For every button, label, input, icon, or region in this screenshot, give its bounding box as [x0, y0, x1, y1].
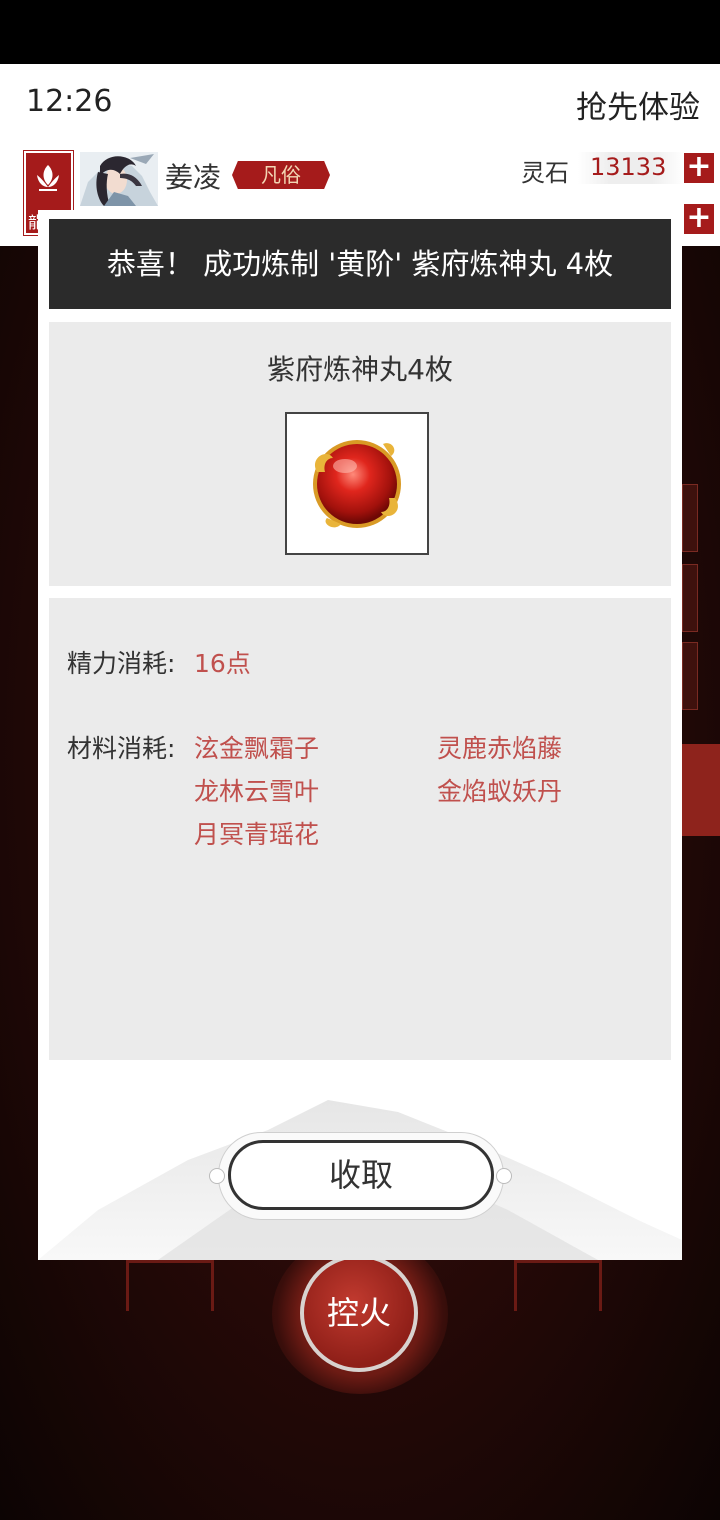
item-panel: 紫府炼神丸4枚 [49, 322, 671, 586]
item-name: 紫府炼神丸4枚 [267, 353, 453, 386]
modal-title: 恭喜！ 成功炼制 '黄阶' 紫府炼神丸 4枚 [49, 219, 671, 309]
clock: 12:26 [26, 84, 113, 119]
side-tab [682, 564, 698, 632]
side-tab [682, 484, 698, 552]
rank-badge: 凡俗 [232, 161, 330, 189]
material-cost-label: 材料消耗: [67, 734, 176, 763]
collect-button[interactable]: 收取 [228, 1140, 494, 1210]
bottom-slot-left [126, 1260, 214, 1311]
material-item: 龙林云雪叶 [194, 777, 320, 806]
energy-cost-value: 16点 [194, 649, 251, 678]
lotus-icon [37, 165, 59, 191]
side-action-button [682, 744, 720, 836]
player-name: 姜凌 [165, 161, 222, 194]
side-tab [682, 642, 698, 710]
top-black-band [0, 0, 720, 64]
material-item: 灵鹿赤焰藤 [437, 734, 563, 763]
material-item: 金焰蚁妖丹 [437, 777, 563, 806]
fire-control-button[interactable]: 控火 [300, 1254, 418, 1372]
frame-knob-left [209, 1168, 225, 1184]
frame-knob-right [496, 1168, 512, 1184]
red-pill-icon [313, 440, 401, 528]
item-slot[interactable] [285, 412, 429, 555]
avatar[interactable] [80, 152, 158, 206]
spirit-stone-label: 灵石 [521, 159, 569, 187]
craft-result-modal: 恭喜！ 成功炼制 '黄阶' 紫府炼神丸 4枚 紫府炼神丸4枚 精力消耗: 16点… [38, 210, 682, 1260]
early-access-label[interactable]: 抢先体验 [576, 82, 700, 127]
material-item: 泫金飘霜子 [194, 734, 320, 763]
consumption-panel: 精力消耗: 16点 材料消耗: 泫金飘霜子 灵鹿赤焰藤 龙林云雪叶 金焰蚁妖丹 … [49, 598, 671, 1060]
add-currency-button[interactable]: + [684, 203, 714, 234]
material-item: 月冥青瑶花 [194, 820, 320, 849]
energy-cost-label: 精力消耗: [67, 649, 176, 678]
spirit-stone-value: 13133 [590, 153, 667, 181]
bottom-slot-right [514, 1260, 602, 1311]
add-spirit-stone-button[interactable]: + [684, 152, 714, 183]
